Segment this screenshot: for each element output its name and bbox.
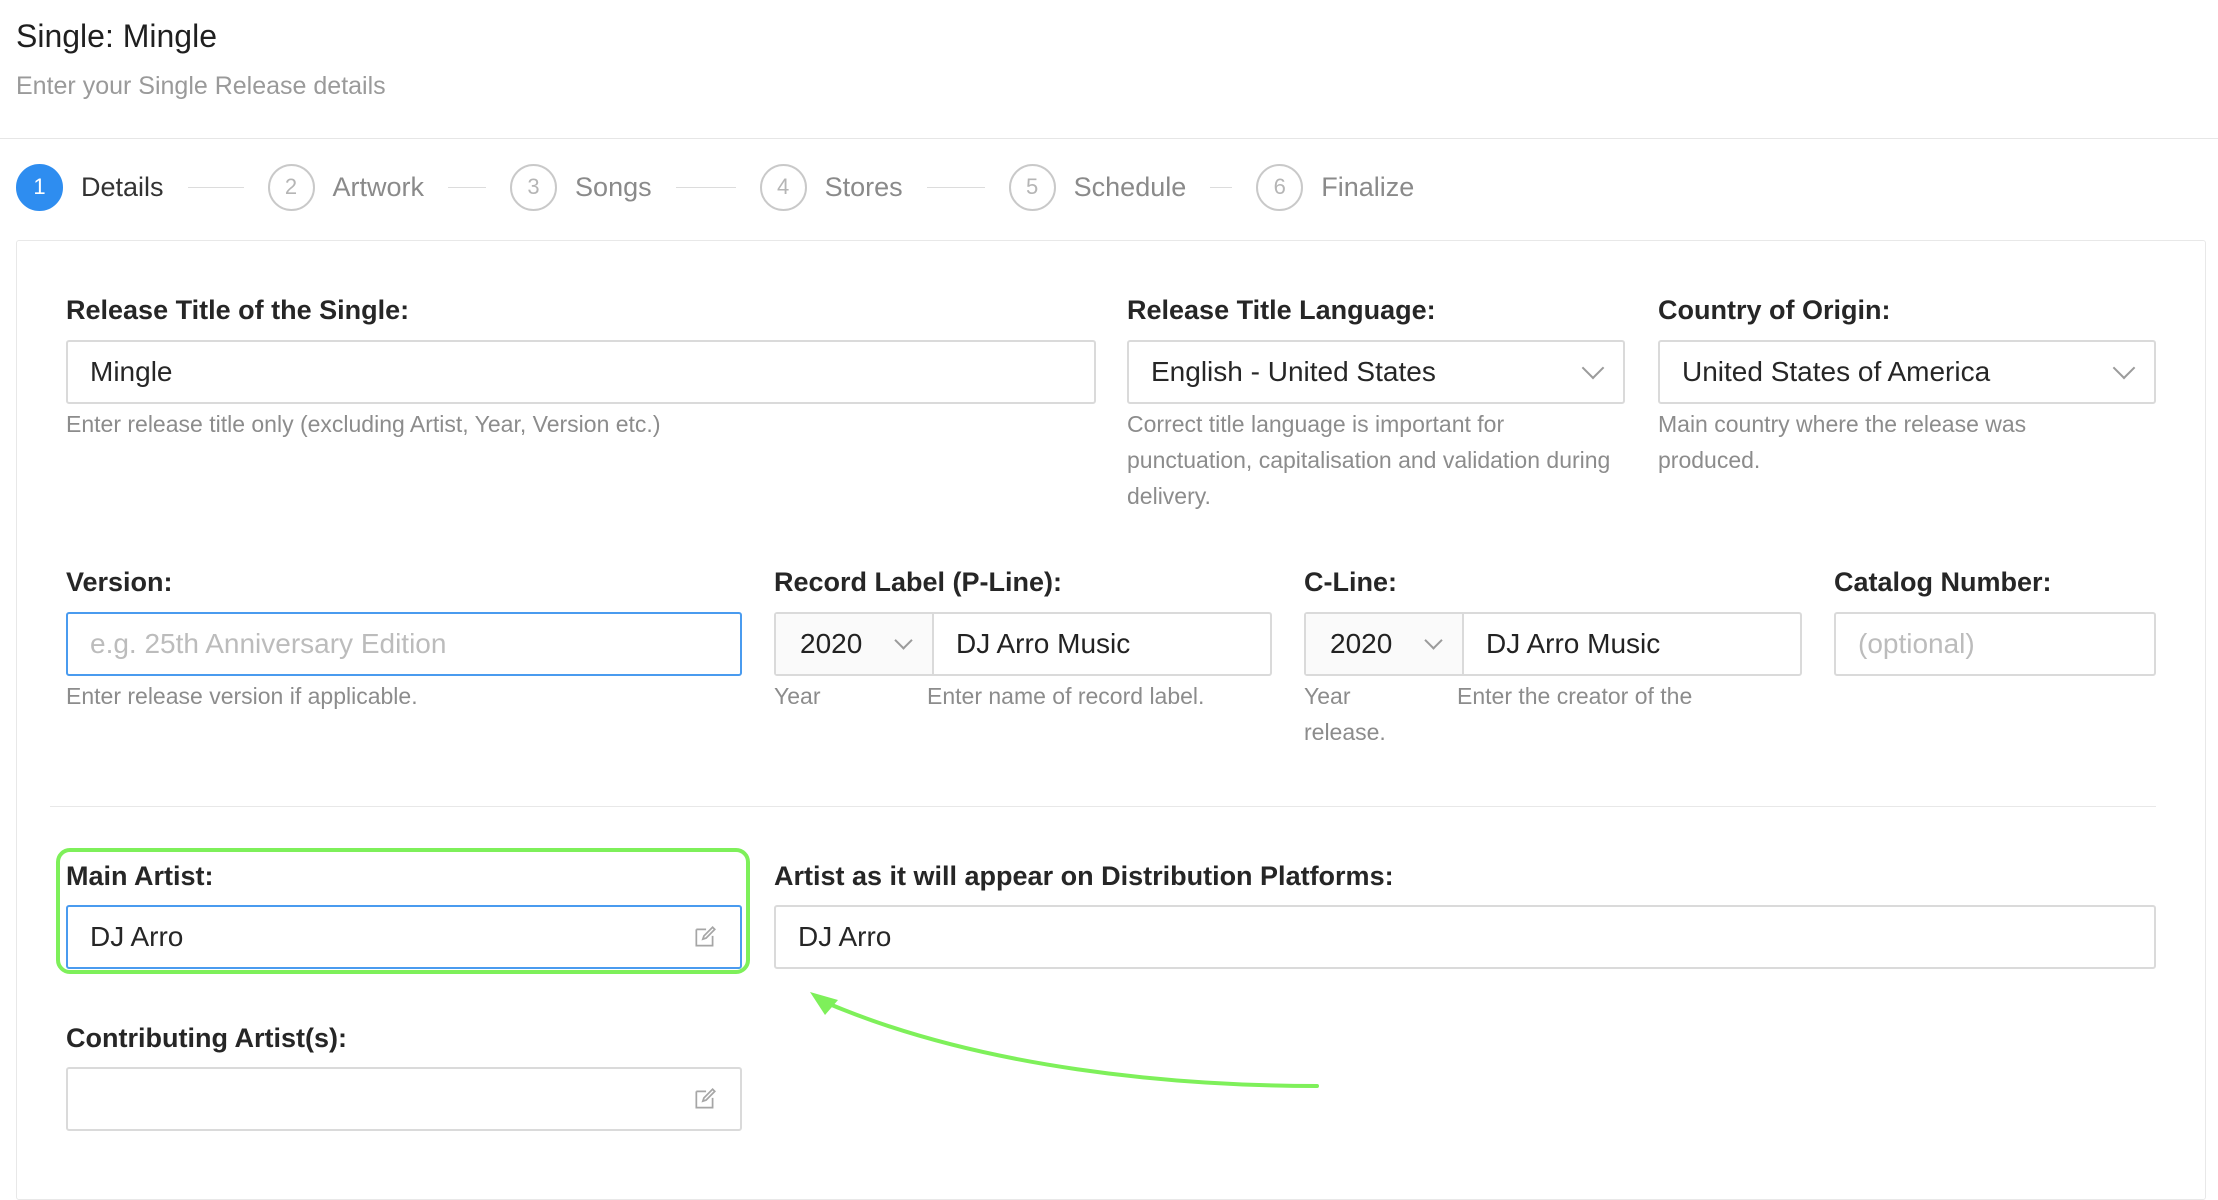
distribution-artist-value: DJ Arro <box>798 921 892 952</box>
step-details[interactable]: 1 Details <box>16 163 164 211</box>
c-line-year-help-continued: release. <box>1304 719 1386 745</box>
record-label-year-select[interactable]: 2020 <box>776 614 934 674</box>
version-input[interactable]: e.g. 25th Anniversary Edition <box>66 612 742 676</box>
page-title: Single: Mingle <box>16 18 217 54</box>
c-line-year-select[interactable]: 2020 <box>1306 614 1464 674</box>
c-line-name-help: Enter the creator of the <box>1457 683 1693 709</box>
step-label: Finalize <box>1321 171 1415 202</box>
step-number: 2 <box>267 163 315 211</box>
main-artist-value: DJ Arro <box>90 921 184 952</box>
record-label-year-help: Year <box>774 683 821 709</box>
chevron-down-icon <box>2112 356 2136 380</box>
annotation-arrow-icon <box>810 992 1319 1088</box>
step-artwork[interactable]: 2 Artwork <box>267 163 425 211</box>
step-number: 1 <box>16 163 63 211</box>
step-label: Stores <box>824 171 903 202</box>
c-line-field: 2020 DJ Arro Music <box>1304 612 1802 676</box>
step-label: Artwork <box>332 171 425 202</box>
record-label-name-help: Enter name of record label. <box>927 683 1205 709</box>
step-label: Schedule <box>1073 171 1187 202</box>
chevron-down-icon <box>894 630 913 650</box>
country-help: Main country where the release was produ… <box>1658 411 2027 473</box>
page-subtitle: Enter your Single Release details <box>16 72 386 100</box>
version-placeholder: e.g. 25th Anniversary Edition <box>90 628 447 659</box>
step-label: Details <box>81 171 164 202</box>
step-number: 6 <box>1256 163 1304 211</box>
title-language-label: Release Title Language: <box>1127 295 1436 325</box>
step-label: Songs <box>575 171 652 202</box>
step-stores[interactable]: 4 Stores <box>759 163 903 211</box>
c-line-name-input[interactable]: DJ Arro Music <box>1464 614 1800 674</box>
stepper: 1 Details 2 Artwork 3 Songs 4 Stores 5 S… <box>16 162 1414 212</box>
c-line-name-value: DJ Arro Music <box>1486 628 1661 659</box>
record-label-name-value: DJ Arro Music <box>956 628 1131 659</box>
contributing-artists-input[interactable] <box>66 1067 742 1131</box>
contributing-artists-label: Contributing Artist(s): <box>66 1023 347 1053</box>
section-divider <box>50 806 2156 807</box>
release-title-value: Mingle <box>90 356 173 387</box>
record-label-field: 2020 DJ Arro Music <box>774 612 1272 676</box>
title-language-select[interactable]: English - United States <box>1127 340 1625 404</box>
pencil-square-icon[interactable] <box>692 1086 718 1112</box>
step-connector <box>1210 186 1233 188</box>
release-title-label: Release Title of the Single: <box>66 295 410 325</box>
country-value: United States of America <box>1682 356 1991 387</box>
step-connector <box>926 186 985 188</box>
distribution-artist-input[interactable]: DJ Arro <box>774 905 2156 969</box>
chevron-down-icon <box>1424 630 1443 650</box>
step-number: 3 <box>510 163 558 211</box>
c-line-label: C-Line: <box>1304 567 1397 597</box>
catalog-number-placeholder: (optional) <box>1858 628 1975 659</box>
title-language-value: English - United States <box>1151 356 1436 387</box>
c-line-year-value: 2020 <box>1330 628 1393 659</box>
version-label: Version: <box>66 567 173 597</box>
step-number: 4 <box>759 163 807 211</box>
main-artist-label: Main Artist: <box>66 861 214 891</box>
step-schedule[interactable]: 5 Schedule <box>1008 163 1187 211</box>
step-songs[interactable]: 3 Songs <box>510 163 652 211</box>
country-label: Country of Origin: <box>1658 295 1891 325</box>
step-connector <box>675 186 736 188</box>
catalog-number-input[interactable]: (optional) <box>1834 612 2156 676</box>
record-label-year-value: 2020 <box>800 628 863 659</box>
catalog-number-label: Catalog Number: <box>1834 567 2052 597</box>
title-language-help: Correct title language is important for … <box>1127 411 1611 509</box>
step-connector <box>187 186 244 188</box>
main-artist-input[interactable]: DJ Arro <box>66 905 742 969</box>
country-select[interactable]: United States of America <box>1658 340 2156 404</box>
release-title-input[interactable]: Mingle <box>66 340 1096 404</box>
record-label-name-input[interactable]: DJ Arro Music <box>934 614 1270 674</box>
distribution-artist-label: Artist as it will appear on Distribution… <box>774 861 1394 891</box>
step-connector <box>448 186 487 188</box>
release-title-help: Enter release title only (excluding Arti… <box>66 411 661 437</box>
c-line-year-help: Year <box>1304 683 1351 709</box>
record-label-label: Record Label (P-Line): <box>774 567 1063 597</box>
chevron-down-icon <box>1581 356 1605 380</box>
step-number: 5 <box>1008 163 1056 211</box>
version-help: Enter release version if applicable. <box>66 683 418 709</box>
step-finalize[interactable]: 6 Finalize <box>1256 163 1415 211</box>
header-divider <box>0 138 2218 139</box>
pencil-square-icon[interactable] <box>692 924 718 950</box>
